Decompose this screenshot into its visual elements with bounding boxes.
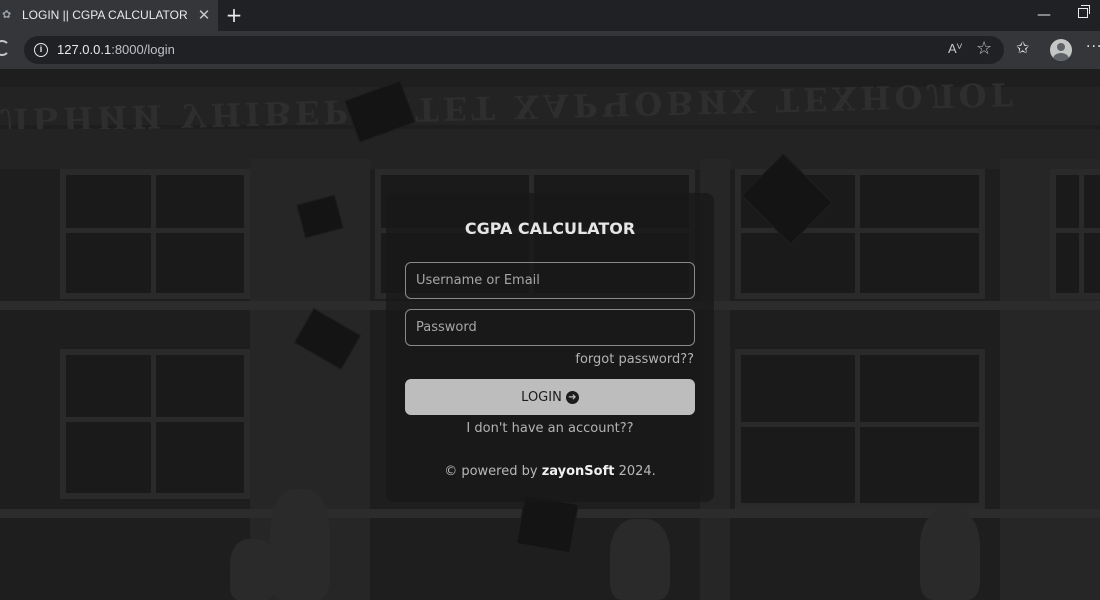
password-input[interactable] bbox=[405, 309, 695, 346]
browser-toolbar: i 127.0.0.1:8000/login Aⱽ ☆ ✩ ··· bbox=[0, 31, 1100, 69]
background-hand bbox=[920, 509, 980, 600]
close-tab-icon[interactable]: ✕ bbox=[196, 7, 212, 23]
login-card: CGPA CALCULATOR forgot password?? LOGIN … bbox=[386, 193, 714, 502]
profile-avatar-icon[interactable] bbox=[1050, 39, 1072, 61]
minimize-window-icon[interactable]: — bbox=[1036, 6, 1052, 24]
background-graduation-cap bbox=[516, 494, 579, 554]
restore-window-icon[interactable] bbox=[1078, 5, 1090, 18]
arrow-right-circle-icon: ➜ bbox=[565, 390, 579, 404]
login-button[interactable]: LOGIN ➜ bbox=[405, 379, 695, 415]
background-window bbox=[1050, 169, 1100, 299]
footer-year: 2024. bbox=[618, 464, 656, 479]
login-button-label: LOGIN bbox=[521, 389, 562, 405]
favorites-icon[interactable]: ✩ bbox=[1016, 38, 1029, 57]
background-hand bbox=[230, 539, 275, 600]
browser-tab-bar: ✿ LOGIN || CGPA CALCULATOR ✕ + — bbox=[0, 0, 1100, 31]
background-hand bbox=[610, 519, 670, 600]
forgot-password-link[interactable]: forgot password?? bbox=[575, 352, 694, 367]
site-info-icon[interactable]: i bbox=[34, 43, 48, 57]
background-window bbox=[60, 169, 250, 299]
tab-favicon-icon: ✿ bbox=[2, 8, 12, 21]
footer-brand: zayonSoft bbox=[541, 464, 615, 479]
login-title: CGPA CALCULATOR bbox=[464, 219, 636, 238]
add-favorite-star-icon[interactable]: ☆ bbox=[976, 38, 992, 59]
reload-icon[interactable] bbox=[0, 40, 10, 56]
url-path: :8000/login bbox=[111, 42, 175, 57]
new-tab-icon[interactable]: + bbox=[223, 4, 245, 26]
url-host: 127.0.0.1 bbox=[57, 42, 112, 57]
tab-title: LOGIN || CGPA CALCULATOR bbox=[22, 8, 188, 22]
background-cornice bbox=[0, 129, 1100, 169]
address-bar[interactable]: i 127.0.0.1:8000/login Aⱽ ☆ bbox=[24, 36, 1004, 64]
footer-credit: © powered by zayonSoft 2024. bbox=[386, 464, 714, 479]
url-text[interactable]: 127.0.0.1:8000/login bbox=[57, 42, 175, 57]
signup-link[interactable]: I don't have an account?? bbox=[386, 421, 714, 436]
browser-tab[interactable]: ✿ LOGIN || CGPA CALCULATOR ✕ bbox=[0, 0, 218, 31]
background-window bbox=[735, 349, 985, 509]
footer-prefix: © powered by bbox=[444, 464, 538, 479]
username-input[interactable] bbox=[405, 262, 695, 299]
background-hand bbox=[270, 489, 330, 600]
background-window bbox=[60, 349, 250, 499]
more-menu-icon[interactable]: ··· bbox=[1086, 39, 1100, 55]
read-aloud-icon[interactable]: Aⱽ bbox=[948, 41, 962, 57]
